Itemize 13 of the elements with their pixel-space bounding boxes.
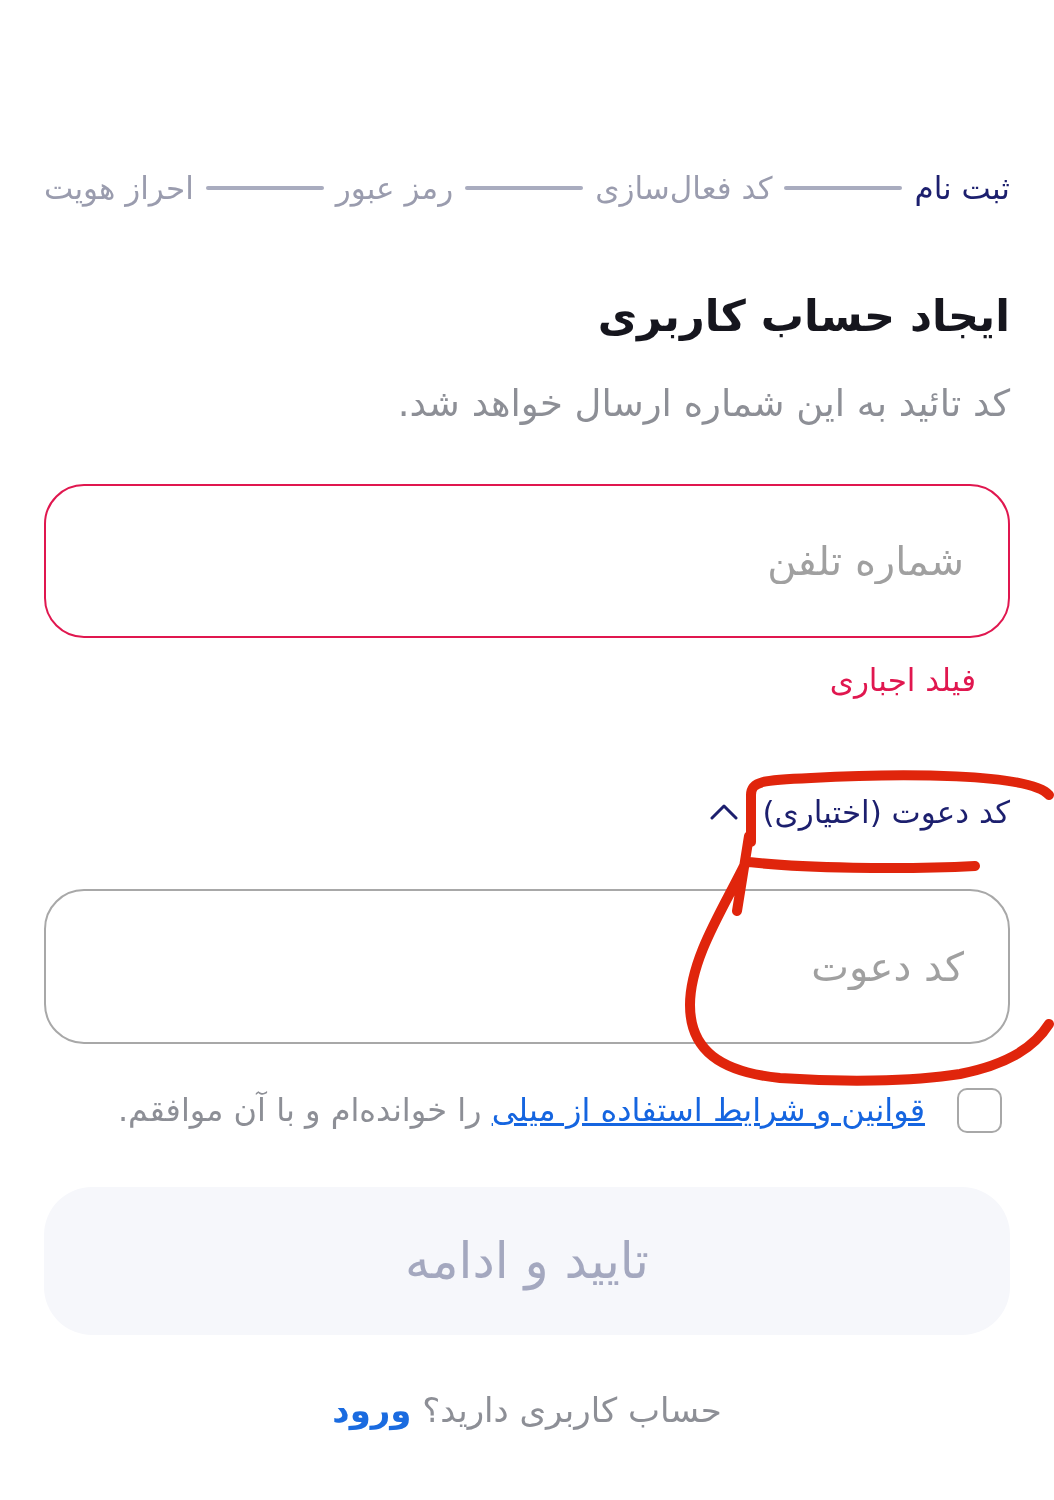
page-title: ایجاد حساب کاربری [596, 290, 1010, 344]
login-prompt: حساب کاربری دارید؟ ورود [331, 1389, 723, 1432]
terms-link[interactable]: قوانین و شرایط استفاده از میلی [491, 1091, 925, 1129]
terms-checkbox[interactable] [957, 1087, 1002, 1133]
login-link[interactable]: ورود [332, 1390, 412, 1430]
terms-agreement-text: قوانین و شرایط استفاده از میلی را خوانده‌ام و با آن موافقم. [117, 1090, 925, 1130]
page-subtitle: کد تائید به این شماره ارسال خواهد شد. [396, 382, 1010, 426]
step-label: رمز عبور [335, 169, 454, 208]
step-label: ثبت نام [914, 169, 1010, 208]
step-label: احراز هویت [44, 169, 194, 208]
invite-code-toggle[interactable]: کد دعوت (اختیاری) [710, 792, 1010, 832]
error-message: فیلد اجباری [829, 662, 976, 698]
step-label: کد فعال‌سازی [595, 169, 773, 208]
